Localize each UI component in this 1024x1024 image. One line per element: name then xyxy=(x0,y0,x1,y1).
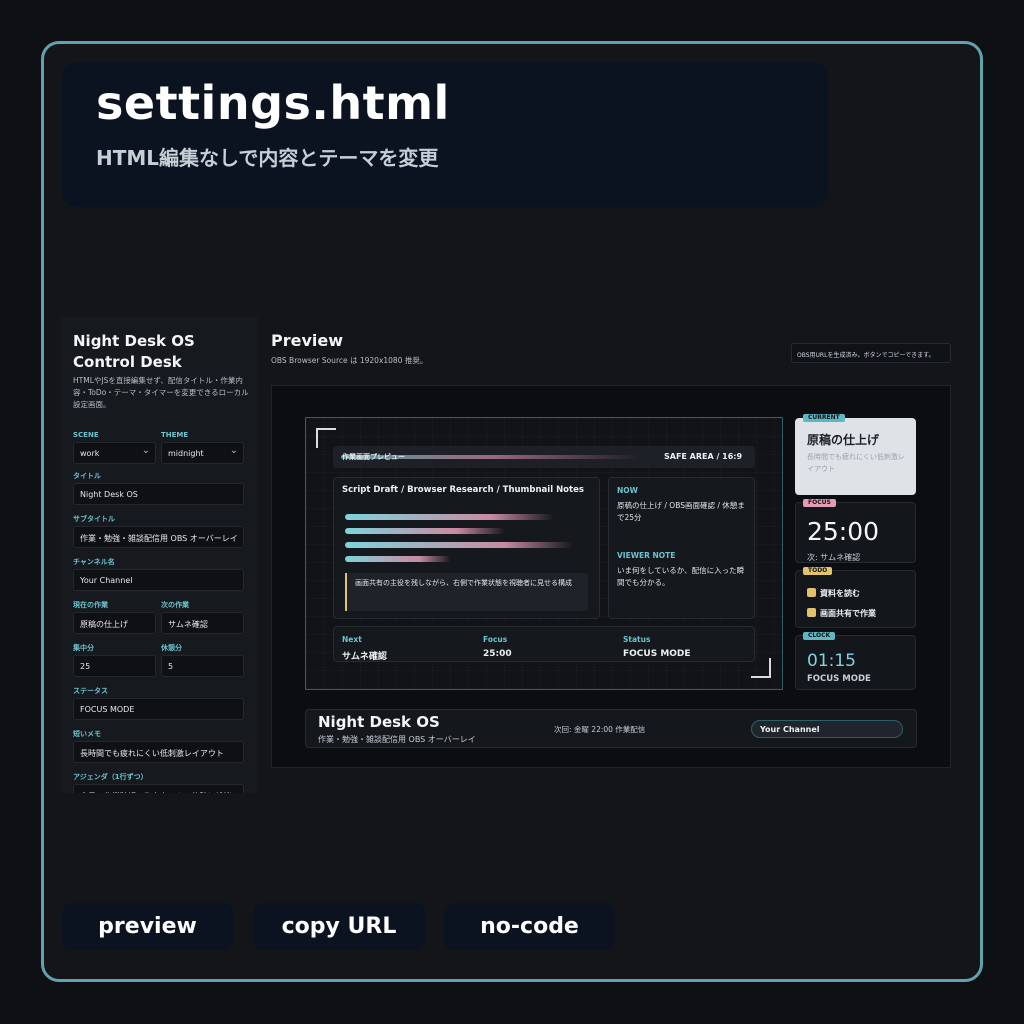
agenda-textarea[interactable]: 今日の作業確認 / 集中タイム / 休憩と雑談 xyxy=(73,784,244,793)
focus-next: 次: サムネ確認 xyxy=(807,553,861,562)
theme-select[interactable]: midnight xyxy=(161,442,244,464)
current-note: 長時間でも疲れにくい低刺激レイアウト xyxy=(807,453,905,473)
footer-strip xyxy=(333,626,755,662)
clock-tag: CLOCK xyxy=(803,632,836,640)
bottom-channel-pill: Your Channel xyxy=(751,720,903,738)
break-min-input[interactable]: 5 xyxy=(161,655,244,677)
preview-subtitle: OBS Browser Source は 1920x1080 推奨。 xyxy=(271,356,428,365)
status-label: ステータス xyxy=(73,687,108,695)
title-label: タイトル xyxy=(73,472,101,480)
bottom-subtitle: 作業・勉強・雑談配信用 OBS オーバーレイ xyxy=(318,735,476,744)
todo-tag: TODO xyxy=(803,567,833,575)
bottom-schedule: 次回: 金曜 22:00 作業配信 xyxy=(554,725,646,734)
corner-marker-top-left xyxy=(316,428,336,448)
corner-marker-bottom-right xyxy=(751,658,771,678)
channel-input[interactable]: Your Channel xyxy=(73,569,244,591)
sidebar-title: Night Desk OS Control Desk xyxy=(73,332,195,371)
next-task-label: 次の作業 xyxy=(161,601,189,609)
break-min-label: 休憩分 xyxy=(161,644,182,652)
copy-url-button[interactable]: copy URL xyxy=(253,903,425,950)
work-title: Script Draft / Browser Research / Thumbn… xyxy=(342,485,584,495)
footer-focus-value: 25:00 xyxy=(483,649,512,659)
now-text: 原稿の仕上げ / OBS画面確認 / 休憩まで25分 xyxy=(617,501,745,522)
footer-status-key: Status xyxy=(623,635,651,644)
subtitle-input[interactable]: 作業・勉強・雑談配信用 OBS オーバーレイ xyxy=(73,526,244,548)
focus-min-label: 集中分 xyxy=(73,644,94,652)
status-input[interactable]: FOCUS MODE xyxy=(73,698,244,720)
progress-bar-3 xyxy=(345,542,573,548)
preview-bar-label: 作業画面プレビュー xyxy=(342,453,405,461)
footer-focus-key: Focus xyxy=(483,635,508,644)
scene-value: work xyxy=(80,449,100,458)
todo-card xyxy=(795,570,916,628)
todo-item-2: 画面共有で作業 xyxy=(820,609,876,618)
safe-area-label: SAFE AREA / 16:9 xyxy=(664,452,743,461)
clock-mode: FOCUS MODE xyxy=(807,674,871,684)
sidebar-description: HTMLやJSを直接編集せず、配信タイトル・作業内容・ToDo・テーマ・タイマー… xyxy=(73,376,249,409)
current-tag: CURRENT xyxy=(803,414,845,422)
hero-subtitle: HTML編集なしで内容とテーマを変更 xyxy=(96,146,439,170)
focus-min-input[interactable]: 25 xyxy=(73,655,156,677)
theme-value: midnight xyxy=(168,449,204,458)
now-card xyxy=(608,477,755,619)
todo-item-1: 資料を読む xyxy=(820,589,860,598)
work-quote: 画面共有の主役を残しながら、右側で作業状態を視聴者に見せる構成 xyxy=(345,573,588,611)
settings-sidebar: Night Desk OS Control Desk HTMLやJSを直接編集せ… xyxy=(61,317,258,793)
channel-label: チャンネル名 xyxy=(73,558,115,566)
now-label: NOW xyxy=(617,486,638,495)
focus-timer: 25:00 xyxy=(807,517,880,546)
agenda-label: アジェンダ（1行ずつ） xyxy=(73,773,148,781)
memo-input[interactable]: 長時間でも疲れにくい低刺激レイアウト xyxy=(73,741,244,763)
url-status-note[interactable]: OBS用URLを生成済み。ボタンでコピーできます。 xyxy=(791,343,951,363)
hero-title: settings.html xyxy=(96,76,450,130)
subtitle-label: サブタイトル xyxy=(73,515,115,523)
footer-next-value: サムネ確認 xyxy=(342,652,387,662)
no-code-button[interactable]: no-code xyxy=(444,903,615,950)
progress-bar-2 xyxy=(345,528,505,534)
memo-label: 短いメモ xyxy=(73,730,101,738)
viewer-note-label: VIEWER NOTE xyxy=(617,551,676,560)
preview-title: Preview xyxy=(271,331,344,350)
todo-checkbox-2[interactable] xyxy=(807,608,816,617)
scene-label: SCENE xyxy=(73,431,99,439)
todo-checkbox-1[interactable] xyxy=(807,588,816,597)
hero-banner: settings.html HTML編集なしで内容とテーマを変更 xyxy=(62,62,828,207)
focus-tag: FOCUS xyxy=(803,499,836,507)
footer-next-key: Next xyxy=(342,635,362,644)
current-task-label: 現在の作業 xyxy=(73,601,108,609)
title-input[interactable]: Night Desk OS xyxy=(73,483,244,505)
bottom-title: Night Desk OS xyxy=(318,713,440,731)
current-title: 原稿の仕上げ xyxy=(807,433,880,447)
viewer-note-text: いま何をしているか、配信に入った瞬間でも分かる。 xyxy=(617,566,745,587)
next-task-input[interactable]: サムネ確認 xyxy=(161,612,244,634)
footer-status-value: FOCUS MODE xyxy=(623,649,691,659)
progress-bar-4 xyxy=(345,556,451,562)
preview-button[interactable]: preview xyxy=(62,903,233,950)
clock-time: 01:15 xyxy=(807,651,856,671)
scene-select[interactable]: work xyxy=(73,442,156,464)
current-task-input[interactable]: 原稿の仕上げ xyxy=(73,612,156,634)
theme-label: THEME xyxy=(161,431,189,439)
progress-bar-1 xyxy=(345,514,554,520)
